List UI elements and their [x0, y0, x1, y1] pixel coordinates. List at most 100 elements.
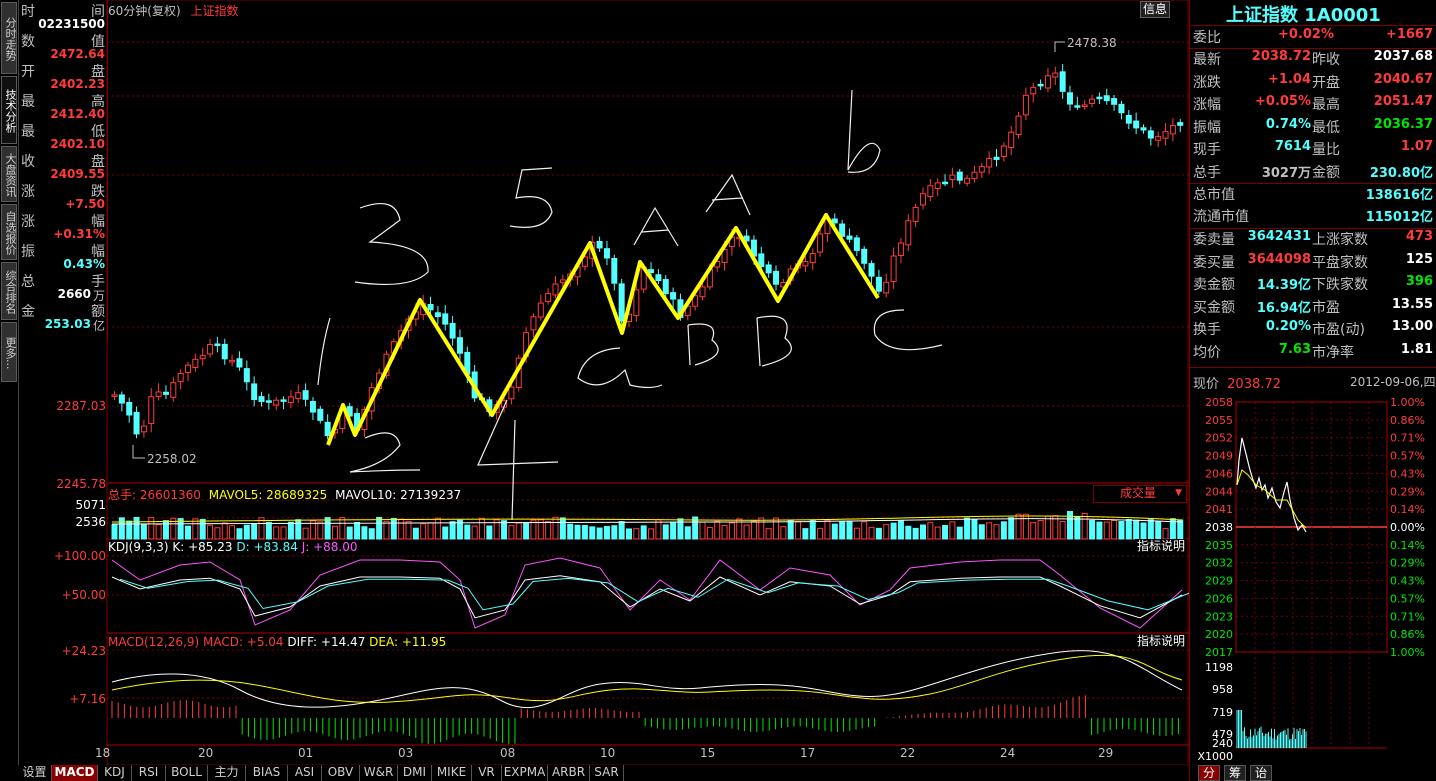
handwritten-b: [847, 89, 881, 173]
candle: [508, 386, 515, 400]
quote-row: 总手 3027万 金额 230.80亿: [1190, 162, 1436, 184]
volume-bar: [376, 516, 383, 540]
indicator-tab[interactable]: W&R: [360, 765, 398, 781]
volume-bar: [523, 522, 530, 540]
candle: [427, 303, 434, 311]
candle: [603, 248, 610, 259]
candle: [295, 392, 302, 400]
handwritten-2: [349, 432, 421, 473]
candle: [170, 382, 177, 398]
date-tick: 03: [398, 746, 414, 760]
volume-bar: [986, 522, 993, 540]
indicator-tab[interactable]: ASI: [288, 765, 322, 781]
macd-help-button[interactable]: 指标说明: [1135, 634, 1188, 649]
indicator-tab[interactable]: KDJ: [98, 765, 132, 781]
info-button[interactable]: 信息: [1140, 1, 1171, 18]
mini-chart-button[interactable]: 分: [1198, 765, 1220, 781]
indicator-tab[interactable]: RSI: [132, 765, 166, 781]
quote-value: 396: [1405, 274, 1433, 289]
indicator-tab[interactable]: 设置: [18, 765, 52, 781]
mini-price-tick: 2055: [1205, 414, 1233, 427]
indicator-tab[interactable]: ARBR: [548, 765, 590, 781]
quote-row: 最新 2038.72 昨收 2037.68: [1190, 49, 1436, 71]
candle: [1008, 131, 1015, 149]
mini-price-line: [1236, 437, 1307, 533]
mini-chart-button[interactable]: 筹: [1224, 765, 1246, 781]
indicator-tab[interactable]: SAR: [590, 765, 624, 781]
volume-header: 总手: 26601360 MAVOL5: 28689325 MAVOL10: 2…: [108, 486, 461, 503]
candle: [442, 313, 449, 325]
volume-bar: [1015, 513, 1022, 540]
volume-bar: [1096, 521, 1103, 540]
quote-value: +1.04: [1268, 71, 1311, 87]
candle: [537, 302, 544, 318]
candle: [214, 343, 221, 347]
date-tick: 20: [198, 746, 214, 760]
float-market-value-row: 流通市值 115012亿: [1190, 206, 1436, 228]
volume-bar: [412, 527, 419, 540]
candle: [545, 293, 552, 302]
indicator-tab[interactable]: 主力: [208, 765, 246, 781]
indicator-tab[interactable]: VR: [472, 765, 502, 781]
indicator-tab[interactable]: MACD: [52, 765, 98, 781]
volume-bar: [221, 522, 228, 540]
candle: [611, 258, 618, 284]
candle: [1074, 105, 1081, 108]
volume-bar: [1067, 511, 1073, 540]
volume-bar: [434, 517, 441, 540]
volume-bar: [964, 517, 971, 540]
kdj-k-line: [111, 575, 1183, 619]
candle: [890, 255, 897, 283]
candle: [802, 261, 809, 267]
kdj-j: J: +88.00: [301, 540, 358, 554]
volume-bar: [670, 521, 677, 540]
indicator-tab[interactable]: BOLL: [166, 765, 208, 781]
candle: [1052, 72, 1059, 78]
mini-pct-tick: 1.00%: [1390, 396, 1425, 409]
mini-vol-tick: 240: [1212, 737, 1233, 750]
quote-label: 开盘: [1312, 74, 1340, 91]
kdj-title: KDJ(9,3,3): [108, 540, 169, 554]
handwritten-a: [577, 347, 663, 389]
candle: [1155, 136, 1162, 141]
mini-pct-tick: 1.00%: [1390, 646, 1425, 659]
volume-bar: [354, 521, 361, 540]
candle: [868, 263, 875, 277]
kdj-help-button[interactable]: 指标说明: [1135, 539, 1188, 554]
volume-bar: [839, 521, 846, 540]
high-annotation: 2478.38: [1067, 36, 1117, 50]
indicator-tab-bar: 设置 MACD KDJ RSI BOLL 主力 BIAS ASI OBV W&R DMI MIKE VR…: [18, 765, 1189, 781]
indicator-tab[interactable]: BIAS: [246, 765, 288, 781]
indicator-tab[interactable]: DMI: [398, 765, 432, 781]
volume-selector[interactable]: 成交量 ▼: [1093, 485, 1187, 503]
candle: [133, 411, 140, 435]
candle: [456, 337, 463, 354]
indicator-tab[interactable]: MIKE: [432, 765, 472, 781]
kline-chart[interactable]: [0, 0, 1189, 765]
volume-bar: [817, 527, 824, 540]
indicator-tab[interactable]: OBV: [322, 765, 360, 781]
macd-title: MACD(12,26,9): [108, 635, 200, 649]
quote-label: 卖金额: [1193, 277, 1235, 293]
mini-chart-button[interactable]: 诒: [1250, 765, 1272, 781]
volume-bar: [978, 524, 985, 540]
indicator-tab[interactable]: EXPMA: [502, 765, 548, 781]
candle: [1133, 120, 1140, 129]
volume-bar: [515, 522, 522, 540]
kdj-header: KDJ(9,3,3) K: +85.23 D: +83.84 J: +88.00: [108, 540, 358, 554]
volume-bar: [684, 526, 691, 540]
quote-value: 0.20%: [1265, 319, 1311, 334]
volume-bar: [603, 525, 610, 540]
quote-value: 2036.37: [1373, 116, 1433, 132]
candle: [670, 292, 677, 300]
volume-bar: [1030, 522, 1037, 540]
quote-value: 14.39亿: [1256, 278, 1311, 293]
intraday-mini-chart[interactable]: 2058 1.00% 2055 0.86% 2052 0.71% 2049 0.57% 2046…: [1190, 390, 1436, 765]
volume-bar: [1133, 519, 1140, 540]
quote-value: 0.74%: [1265, 116, 1311, 132]
volume-bar: [971, 519, 978, 540]
candle: [162, 391, 169, 395]
candle: [648, 269, 655, 274]
volume-bar: [626, 528, 632, 540]
macd-value: MACD: +5.04: [202, 635, 284, 649]
